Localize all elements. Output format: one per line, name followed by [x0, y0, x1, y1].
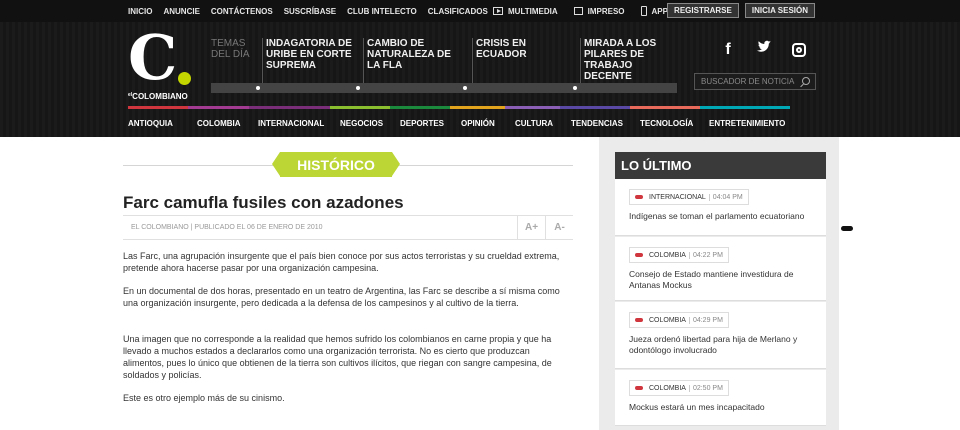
search-box: [694, 73, 816, 90]
main-nav: ANTIOQUIA COLOMBIA INTERNACIONAL NEGOCIO…: [128, 115, 799, 131]
social-links: f: [720, 40, 806, 59]
phone-icon: [640, 6, 647, 16]
instagram-icon[interactable]: [792, 42, 806, 57]
search-icon[interactable]: [802, 77, 810, 85]
newspaper-icon: [573, 7, 583, 15]
news-headline[interactable]: Mockus estará un mes incapacitado: [629, 402, 819, 413]
timeline-tick: [463, 86, 467, 90]
nav-antioquia[interactable]: ANTIOQUIA: [128, 119, 197, 128]
impreso-link[interactable]: IMPRESO: [573, 7, 625, 16]
nav-internacional[interactable]: INTERNACIONAL: [258, 119, 340, 128]
nav-cultura[interactable]: CULTURA: [515, 119, 571, 128]
latest-item[interactable]: INTERNACIONAL 04:04 PM Indígenas se toman…: [615, 179, 826, 236]
site-header: C elCOLOMBIANO TEMAS DEL DÍA INDAGATORIA…: [0, 22, 960, 137]
topnav-contactenos[interactable]: CONTÁCTENOS: [211, 7, 273, 16]
news-headline[interactable]: Indígenas se toman el parlamento ecuator…: [629, 211, 819, 222]
category-color-bar: [249, 106, 330, 109]
top-nav: INICIO ANUNCIE CONTÁCTENOS SUSCRÍBASE CL…: [128, 0, 488, 22]
nav-negocios[interactable]: NEGOCIOS: [340, 119, 400, 128]
news-headline[interactable]: Consejo de Estado mantiene investidura d…: [629, 269, 819, 291]
facebook-icon[interactable]: f: [720, 41, 736, 59]
news-category-tag[interactable]: COLOMBIA 02:50 PM: [629, 380, 729, 396]
search-input[interactable]: [695, 77, 795, 86]
category-marker: [635, 253, 643, 257]
timeline-tick: [356, 86, 360, 90]
account-buttons: REGISTRARSE INICIA SESIÓN: [667, 3, 815, 18]
nav-tecnologia[interactable]: TECNOLOGÍA: [640, 119, 709, 128]
twitter-icon[interactable]: [756, 40, 772, 59]
latest-item[interactable]: COLOMBIA 04:29 PM Jueza ordenó libertad p…: [615, 302, 826, 369]
play-icon: [493, 7, 503, 15]
latest-item[interactable]: COLOMBIA 02:50 PM Mockus estará un mes in…: [615, 370, 826, 426]
topic-ecuador[interactable]: CRISIS EN ECUADOR: [472, 38, 546, 84]
article-title: Farc camufla fusiles con azadones: [123, 193, 404, 212]
nav-tendencias[interactable]: TENDENCIAS: [571, 119, 640, 128]
topnav-suscribase[interactable]: SUSCRÍBASE: [284, 7, 336, 16]
category-color-bar: [128, 106, 188, 109]
top-bar: INICIO ANUNCIE CONTÁCTENOS SUSCRÍBASE CL…: [0, 0, 960, 22]
site-logo[interactable]: C elCOLOMBIANO: [128, 27, 194, 101]
category-color-bar: [630, 106, 700, 109]
topic-trabajo[interactable]: MIRADA A LOS PILARES DE TRABAJO DECENTE: [580, 38, 664, 84]
topnav-club-intelecto[interactable]: CLUB INTELECTO: [347, 7, 417, 16]
nav-colombia[interactable]: COLOMBIA: [197, 119, 258, 128]
latest-item[interactable]: COLOMBIA 04:22 PM Consejo de Estado manti…: [615, 237, 826, 301]
logo-dot: [178, 72, 191, 85]
font-decrease-button[interactable]: A-: [545, 216, 573, 239]
nav-opinion[interactable]: OPINIÓN: [461, 119, 515, 128]
font-increase-button[interactable]: A+: [517, 216, 545, 239]
category-color-bar: [700, 106, 790, 109]
multimedia-link[interactable]: MULTIMEDIA: [493, 7, 558, 16]
right-margin: [839, 137, 960, 430]
category-color-bar: [188, 106, 249, 109]
nav-entretenimiento[interactable]: ENTRETENIMIENTO: [709, 119, 799, 128]
topic-uribe[interactable]: INDAGATORIA DE URIBE EN CORTE SUPREMA: [262, 38, 356, 84]
news-category-tag[interactable]: INTERNACIONAL 04:04 PM: [629, 189, 749, 205]
category-color-bar: [505, 106, 560, 109]
topnav-clasificados[interactable]: CLASIFICADOS: [428, 7, 488, 16]
latest-title: LO ÚLTIMO: [615, 152, 826, 179]
news-category-tag[interactable]: COLOMBIA 04:22 PM: [629, 247, 729, 263]
topics-timeline: [211, 83, 677, 93]
font-size-controls: A+ A-: [517, 216, 573, 239]
category-marker: [635, 318, 643, 322]
article-paragraph: Una imagen que no corresponde a la reali…: [123, 334, 552, 380]
timeline-tick: [573, 86, 577, 90]
scroll-indicator[interactable]: [841, 226, 853, 231]
article-meta: EL COLOMBIANO | PUBLICADO EL 06 DE ENERO…: [123, 215, 573, 240]
register-button[interactable]: REGISTRARSE: [667, 3, 739, 18]
timeline-tick: [256, 86, 260, 90]
nav-deportes[interactable]: DEPORTES: [400, 119, 461, 128]
article-paragraph: Las Farc, una agrupación insurgente que …: [123, 251, 560, 273]
temas-label: TEMAS DEL DÍA: [211, 38, 250, 60]
topnav-anuncie[interactable]: ANUNCIE: [163, 7, 199, 16]
news-headline[interactable]: Jueza ordenó libertad para hija de Merla…: [629, 334, 819, 356]
article-paragraph: Este es otro ejemplo más de su cinismo.: [123, 393, 285, 403]
article-paragraph: En un documental de dos horas, presentad…: [123, 286, 560, 308]
publish-info: EL COLOMBIANO | PUBLICADO EL 06 DE ENERO…: [131, 224, 323, 231]
category-color-bar: [330, 106, 390, 109]
category-marker: [635, 195, 643, 199]
media-links: MULTIMEDIA IMPRESO APPS: [493, 0, 673, 22]
login-button[interactable]: INICIA SESIÓN: [744, 3, 815, 18]
category-color-bar: [560, 106, 630, 109]
category-color-bar: [450, 106, 505, 109]
category-marker: [635, 386, 643, 390]
section-label: HISTÓRICO: [272, 152, 400, 177]
topnav-inicio[interactable]: INICIO: [128, 7, 152, 16]
topic-fla[interactable]: CAMBIO DE NATURALEZA DE LA FLA: [363, 38, 462, 84]
category-color-bar: [390, 106, 450, 109]
news-category-tag[interactable]: COLOMBIA 04:29 PM: [629, 312, 729, 328]
